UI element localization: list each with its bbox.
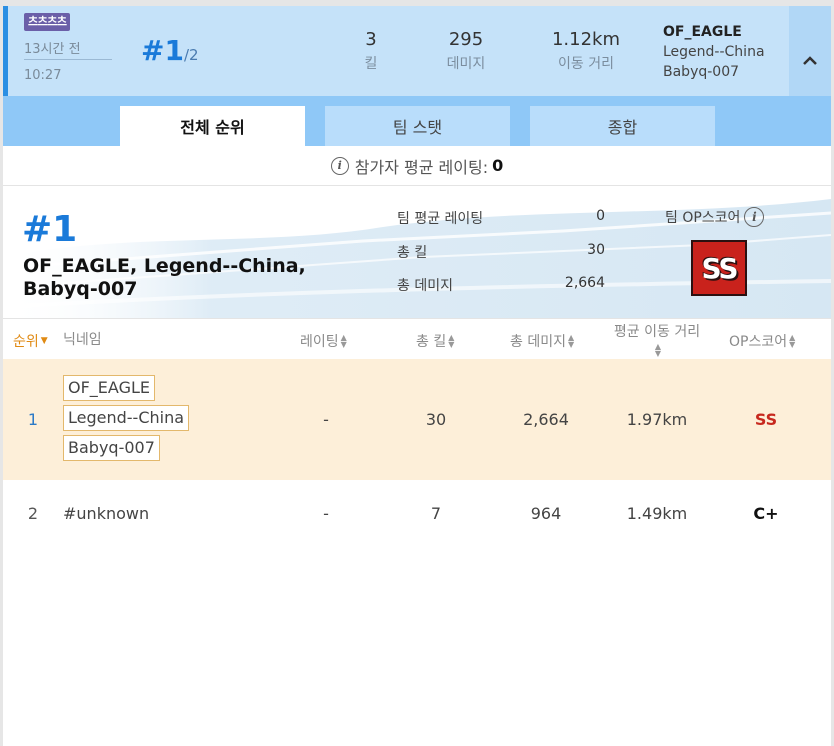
info-icon[interactable]: i [330, 156, 349, 175]
column-op-score-label: OP스코어 [729, 334, 788, 350]
time-divider [24, 59, 112, 60]
team-total-kills-label: 총 킬 [397, 245, 428, 261]
average-rating-label: 참가자 평균 레이팅: [354, 157, 489, 177]
team-total-kills: 총 킬 30 [397, 242, 605, 262]
sort-arrows-icon: ▲ ▼ [340, 333, 347, 349]
kills-stat: 3 킬 [351, 28, 391, 76]
sort-arrows-icon: ▲ ▼ [567, 333, 575, 349]
column-damage[interactable]: 총 데미지 ▲ ▼ [510, 331, 574, 351]
column-avg-distance-label: 평균 이동 거리 [613, 324, 701, 340]
player-name-chip[interactable]: Legend--China [63, 405, 190, 431]
row-rating: - [323, 410, 329, 429]
tab-summary[interactable]: 종합 [530, 106, 715, 146]
damage-stat: 295 데미지 [436, 28, 496, 76]
team-member[interactable]: OF_EAGLE [663, 22, 765, 42]
column-kills-label: 총 킬 [416, 334, 447, 350]
row-rank: 2 [27, 504, 39, 523]
tab-overall-ranking[interactable]: 전체 순위 [120, 106, 305, 146]
kills-label: 킬 [364, 56, 378, 72]
row-damage: 2,664 [523, 410, 569, 429]
team-rank: #1 [22, 209, 78, 250]
match-time: 10:27 [24, 68, 62, 83]
collapse-button[interactable] [789, 6, 831, 96]
row-names: #unknown [63, 504, 149, 523]
player-name-chip[interactable]: OF_EAGLE [63, 375, 155, 401]
column-damage-label: 총 데미지 [510, 334, 566, 350]
mode-badge: 츠츠츠츠 [24, 13, 71, 31]
distance-value: 1.12km [551, 29, 621, 50]
table-row[interactable]: 2 #unknown - 7 964 1.49km C+ [3, 480, 831, 548]
average-rating: i 참가자 평균 레이팅: 0 [3, 146, 831, 186]
sort-arrows-icon: ▲ ▼ [448, 333, 455, 349]
team-avg-rating: 팀 평균 레이팅 0 [397, 208, 605, 228]
player-name[interactable]: #unknown [63, 504, 149, 523]
row-op-score: SS [754, 410, 778, 429]
placement-rank: #1 [141, 34, 184, 67]
column-op-score[interactable]: OP스코어 ▲ ▼ [729, 331, 795, 351]
distance-label: 이동 거리 [558, 56, 614, 72]
column-rank-label: 순위 [13, 334, 39, 350]
row-kills: 30 [425, 410, 447, 429]
placement-total: /2 [183, 46, 199, 64]
sort-down-icon: ▼ [40, 336, 48, 346]
op-grade-badge: SS [691, 240, 747, 296]
team-total-damage-value: 2,664 [564, 275, 605, 291]
time-ago: 13시간 전 [24, 42, 81, 57]
team-total-damage-label: 총 데미지 [397, 278, 453, 294]
row-rating: - [323, 504, 329, 523]
kills-value: 3 [365, 29, 377, 50]
team-names: OF_EAGLE, Legend--China, Babyq-007 [23, 255, 306, 300]
column-nickname: 닉네임 [63, 329, 102, 349]
row-damage: 964 [530, 504, 562, 523]
average-rating-value: 0 [492, 156, 504, 175]
match-header[interactable]: 츠츠츠츠 13시간 전 10:27 #1/2 3 킬 295 데미지 1.12k… [3, 6, 831, 96]
column-rating-label: 레이팅 [300, 334, 339, 350]
row-rank: 1 [27, 410, 39, 429]
info-icon[interactable]: i [744, 207, 765, 227]
column-kills[interactable]: 총 킬 ▲ ▼ [416, 331, 454, 351]
tab-bar: 전체 순위 팀 스탯 종합 [3, 96, 831, 146]
row-op-score: C+ [753, 504, 779, 523]
ranking-table-header: 순위 ▼ 닉네임 레이팅 ▲ ▼ 총 킬 ▲ ▼ 총 데미지 ▲ ▼ 평균 이동 거리… [3, 319, 831, 359]
distance-stat: 1.12km 이동 거리 [546, 28, 626, 76]
team-member-list: OF_EAGLE Legend--China Babyq-007 [663, 22, 765, 82]
sort-arrows-icon: ▲ ▼ [789, 333, 796, 349]
team-avg-rating-label: 팀 평균 레이팅 [397, 211, 484, 227]
tab-team-stats[interactable]: 팀 스탯 [325, 106, 510, 146]
column-rating[interactable]: 레이팅 ▲ ▼ [300, 331, 347, 351]
team-member[interactable]: Babyq-007 [663, 62, 765, 82]
team-avg-rating-value: 0 [596, 208, 605, 224]
column-nickname-label: 닉네임 [63, 332, 102, 348]
team-summary: #1 OF_EAGLE, Legend--China, Babyq-007 팀 … [3, 187, 831, 319]
damage-value: 295 [448, 29, 484, 50]
team-total-damage: 총 데미지 2,664 [397, 275, 605, 295]
column-avg-distance[interactable]: 평균 이동 거리 ▲ ▼ [607, 321, 707, 358]
row-avg-distance: 1.49km [626, 504, 688, 523]
team-op-score-label: 팀 OP스코어 [665, 210, 741, 226]
team-op-score-title: 팀 OP스코어 i [665, 207, 765, 227]
sort-arrows-icon: ▲ ▼ [654, 342, 662, 358]
match-detail-panel: 츠츠츠츠 13시간 전 10:27 #1/2 3 킬 295 데미지 1.12k… [3, 6, 831, 746]
team-member[interactable]: Legend--China [663, 42, 765, 62]
player-name-chip[interactable]: Babyq-007 [63, 435, 160, 461]
column-rank[interactable]: 순위 ▼ [13, 331, 48, 351]
damage-label: 데미지 [446, 56, 486, 72]
team-total-kills-value: 30 [587, 242, 605, 258]
chevron-up-icon [803, 56, 817, 65]
row-names: OF_EAGLE Legend--China Babyq-007 [63, 375, 190, 465]
row-kills: 7 [430, 504, 442, 523]
table-row[interactable]: 1 OF_EAGLE Legend--China Babyq-007 - 30 … [3, 359, 831, 480]
row-avg-distance: 1.97km [626, 410, 688, 429]
placement: #1/2 [141, 34, 199, 67]
op-grade-text: SS [701, 251, 738, 285]
